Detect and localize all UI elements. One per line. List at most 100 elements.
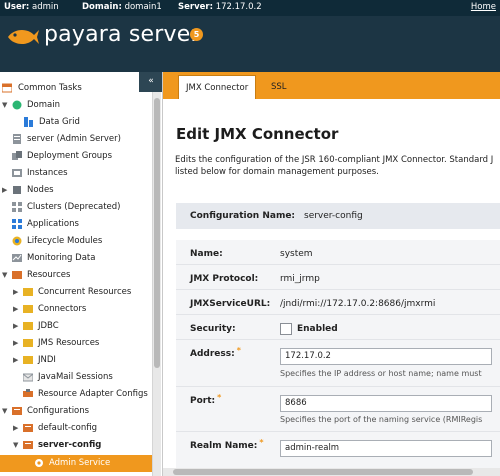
sidebar-item-connectors[interactable]: ▶ Connectors bbox=[0, 301, 150, 318]
sidebar-item-clusters[interactable]: Clusters (Deprecated) bbox=[0, 199, 150, 216]
sidebar-item-javamail-sessions[interactable]: JavaMail Sessions bbox=[0, 369, 150, 386]
sidebar-item-resources[interactable]: ▼ Resources bbox=[0, 267, 150, 284]
expand-right-icon[interactable]: ▶ bbox=[13, 322, 20, 330]
name-value: system bbox=[280, 249, 313, 259]
sidebar-item-domain[interactable]: ▼ Domain bbox=[0, 97, 150, 114]
tab-ssl[interactable]: SSL bbox=[264, 75, 294, 99]
sidebar-item-resource-adapter-configs[interactable]: Resource Adapter Configs bbox=[0, 386, 150, 403]
required-marker: * bbox=[259, 438, 264, 447]
sidebar-item-default-config[interactable]: ▶ default-config bbox=[0, 420, 150, 437]
folder-icon bbox=[23, 322, 33, 330]
jmx-protocol-label: JMX Protocol: bbox=[190, 274, 259, 284]
realm-name-label: Realm Name: * bbox=[190, 438, 264, 451]
port-input[interactable]: 8686 bbox=[280, 395, 492, 412]
folder-icon bbox=[23, 356, 33, 364]
jmx-service-url-value: /jndi/rmi://172.17.0.2:8686/jmxrmi bbox=[280, 299, 436, 309]
jmx-protocol-row: JMX Protocol: rmi_jrmp bbox=[176, 265, 500, 290]
expand-right-icon[interactable]: ▶ bbox=[13, 305, 20, 313]
security-enabled-label: Enabled bbox=[297, 324, 338, 334]
sidebar-item-lifecycle-modules[interactable]: Lifecycle Modules bbox=[0, 233, 150, 250]
mail-icon bbox=[23, 373, 33, 382]
tab-bar: JMX Connector SSL bbox=[163, 72, 500, 99]
lifecycle-icon bbox=[12, 236, 22, 246]
sidebar-item-instances[interactable]: Instances bbox=[0, 165, 150, 182]
expand-right-icon[interactable]: ▶ bbox=[13, 424, 20, 432]
name-row: Name: system bbox=[176, 240, 500, 265]
sidebar-item-concurrent-resources[interactable]: ▶ Concurrent Resources bbox=[0, 284, 150, 301]
payara-fish-icon bbox=[8, 29, 39, 45]
security-row: Security: Enabled bbox=[176, 315, 500, 340]
brand-header: payara server 5 bbox=[0, 16, 500, 64]
expand-right-icon[interactable]: ▶ bbox=[13, 339, 20, 347]
clusters-icon bbox=[12, 202, 22, 212]
sidebar-item-common-tasks[interactable]: Common Tasks bbox=[0, 80, 150, 97]
expand-right-icon[interactable]: ▶ bbox=[13, 288, 20, 296]
jmx-service-url-row: JMXServiceURL: /jndi/rmi://172.17.0.2:86… bbox=[176, 290, 500, 315]
required-marker: * bbox=[217, 393, 222, 402]
expand-right-icon[interactable]: ▶ bbox=[2, 186, 9, 194]
navigation-sidebar: « Common Tasks ▼ Domain Data Grid server… bbox=[0, 72, 163, 476]
top-status-bar: User: admin Domain: domain1 Server: 172.… bbox=[0, 0, 500, 16]
folder-icon bbox=[23, 339, 33, 347]
resources-icon bbox=[12, 271, 22, 279]
sidebar-item-server[interactable]: server (Admin Server) bbox=[0, 131, 150, 148]
configuration-name-box: Configuration Name: server-config bbox=[176, 203, 500, 229]
tab-jmx-connector[interactable]: JMX Connector bbox=[178, 75, 257, 99]
sidebar-item-deployment-groups[interactable]: Deployment Groups bbox=[0, 148, 150, 165]
sidebar-item-applications[interactable]: Applications bbox=[0, 216, 150, 233]
sidebar-item-nodes[interactable]: ▶ Nodes bbox=[0, 182, 150, 199]
content-horizontal-scrollbar-thumb[interactable] bbox=[173, 469, 473, 475]
expand-down-icon[interactable]: ▼ bbox=[2, 101, 9, 109]
domain-info: Domain: domain1 bbox=[82, 2, 162, 12]
page-title: Edit JMX Connector bbox=[176, 125, 339, 143]
user-info: User: admin bbox=[4, 2, 59, 12]
port-help-text: Specifies the port of the naming service… bbox=[280, 415, 483, 424]
data-grid-icon bbox=[24, 117, 33, 127]
required-marker: * bbox=[236, 346, 241, 355]
server-icon bbox=[13, 134, 21, 144]
folder-icon bbox=[23, 305, 33, 313]
instances-icon bbox=[12, 169, 22, 177]
server-info: Server: 172.17.0.2 bbox=[178, 2, 262, 12]
monitoring-icon bbox=[12, 254, 22, 262]
configuration-name-label: Configuration Name: bbox=[190, 211, 296, 221]
port-label: Port: * bbox=[190, 393, 222, 406]
sidebar-item-admin-service[interactable]: Admin Service bbox=[0, 455, 152, 472]
sidebar-item-data-grid[interactable]: Data Grid bbox=[0, 114, 150, 131]
address-input[interactable]: 172.17.0.2 bbox=[280, 348, 492, 365]
sidebar-scrollbar-thumb[interactable] bbox=[154, 98, 160, 368]
sidebar-item-jndi[interactable]: ▶ JNDI bbox=[0, 352, 150, 369]
realm-name-input[interactable]: admin-realm bbox=[280, 440, 492, 457]
domain-icon bbox=[12, 100, 22, 110]
sidebar-item-jdbc[interactable]: ▶ JDBC bbox=[0, 318, 150, 335]
configurations-icon bbox=[12, 407, 22, 415]
deployment-groups-icon bbox=[12, 151, 22, 160]
config-icon bbox=[23, 424, 33, 432]
folder-icon bbox=[23, 288, 33, 296]
security-enabled-checkbox[interactable] bbox=[280, 323, 292, 335]
sidebar-item-jms-resources[interactable]: ▶ JMS Resources bbox=[0, 335, 150, 352]
expand-down-icon[interactable]: ▼ bbox=[2, 271, 9, 279]
address-help-text: Specifies the IP address or host name; n… bbox=[280, 369, 482, 378]
jmx-protocol-value: rmi_jrmp bbox=[280, 274, 320, 284]
expand-right-icon[interactable]: ▶ bbox=[13, 356, 20, 364]
home-link[interactable]: Home bbox=[471, 2, 496, 12]
sidebar-item-monitoring-data[interactable]: Monitoring Data bbox=[0, 250, 150, 267]
content-horizontal-scrollbar[interactable] bbox=[163, 468, 500, 476]
nodes-icon bbox=[13, 186, 21, 194]
sidebar-item-server-config[interactable]: ▼ server-config bbox=[0, 437, 150, 454]
adapter-icon bbox=[23, 389, 33, 397]
brand-name: payara server bbox=[44, 22, 200, 47]
admin-service-icon bbox=[35, 459, 43, 467]
expand-down-icon[interactable]: ▼ bbox=[2, 407, 9, 415]
applications-icon bbox=[12, 219, 22, 229]
address-label: Address: * bbox=[190, 346, 241, 359]
sidebar-item-configurations[interactable]: ▼ Configurations bbox=[0, 403, 150, 420]
address-row: Address: * 172.17.0.2 Specifies the IP ad… bbox=[176, 340, 500, 387]
sidebar-scrollbar[interactable] bbox=[152, 92, 161, 476]
common-tasks-icon bbox=[2, 83, 12, 93]
main-content: JMX Connector SSL Edit JMX Connector Edi… bbox=[163, 72, 500, 476]
properties-panel: Name: system JMX Protocol: rmi_jrmp JMXS… bbox=[176, 240, 500, 476]
expand-down-icon[interactable]: ▼ bbox=[13, 441, 20, 449]
security-label: Security: bbox=[190, 324, 236, 334]
